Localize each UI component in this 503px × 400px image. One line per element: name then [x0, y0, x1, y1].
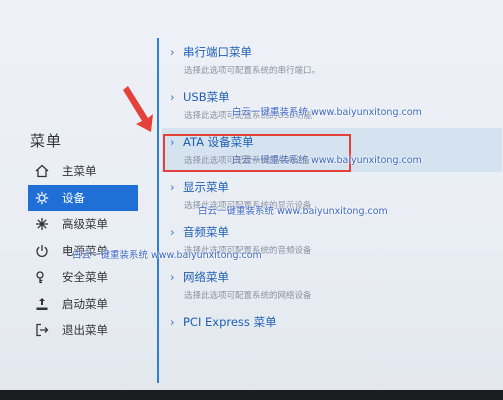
menu-item-network[interactable]: › 网络菜单 选择此选项可配置系统的网络设备 — [170, 267, 500, 312]
chevron-right-icon: › — [170, 90, 175, 104]
annotation-arrow-icon — [123, 86, 153, 132]
sidebar-item-label: 高级菜单 — [62, 217, 108, 231]
boot-icon — [30, 297, 54, 311]
exit-icon — [30, 323, 54, 337]
menu-item-desc: 选择此选项可配置系统的ATA设备 — [184, 156, 311, 166]
chevron-right-icon: › — [170, 315, 175, 329]
menu-item-desc: 选择此选项可配置系统的串行端口。 — [184, 66, 321, 76]
shield-icon — [30, 270, 54, 284]
gear-icon — [30, 191, 54, 205]
home-icon — [30, 164, 54, 178]
menu-item-serial-port[interactable]: › 串行端口菜单 选择此选项可配置系统的串行端口。 — [170, 42, 500, 87]
menu-item-title: 音频菜单 — [183, 225, 229, 239]
chevron-right-icon: › — [170, 180, 175, 194]
sidebar-item-label: 启动菜单 — [62, 296, 108, 311]
menu-item-title: PCI Express 菜单 — [183, 315, 277, 329]
watermark-text: 白云一键重装系统 www.baiyunxitong.com — [232, 107, 422, 118]
bios-screen: 菜单 主菜单 设备 高级菜单 电源菜单 安全菜单 启动菜单 退出菜单 › 串行端… — [0, 0, 503, 400]
chevron-right-icon: › — [170, 225, 175, 239]
sidebar-item-boot[interactable]: 启动菜单 — [28, 291, 138, 317]
sidebar-item-devices[interactable]: 设备 — [28, 184, 138, 211]
menu-item-title: 显示菜单 — [183, 180, 229, 194]
sidebar-item-label: 设备 — [62, 190, 85, 205]
sidebar-item-security[interactable]: 安全菜单 — [28, 264, 138, 290]
menu-item-title: 网络菜单 — [183, 270, 229, 284]
chevron-right-icon: › — [170, 270, 175, 284]
chevron-right-icon: › — [170, 135, 175, 149]
menu-item-title: ATA 设备菜单 — [183, 135, 254, 149]
sidebar-title: 菜单 — [30, 132, 63, 150]
menu-item-desc: 选择此选项可配置系统的网络设备 — [184, 291, 312, 301]
sidebar-item-label: 安全菜单 — [62, 270, 108, 284]
sidebar-item-exit[interactable]: 退出菜单 — [28, 317, 138, 343]
watermark-text: 白云一键重装系统 www.baiyunxitong.com — [198, 206, 388, 217]
sidebar-item-label: 主菜单 — [62, 164, 97, 178]
sidebar-item-main[interactable]: 主菜单 — [28, 158, 138, 184]
monitor-bezel — [0, 390, 503, 400]
watermark-text: 白云一键重装系统 www.baiyunxitong.com — [72, 250, 262, 261]
menu-item-title: USB菜单 — [183, 90, 230, 104]
menu-item-title: 串行端口菜单 — [183, 45, 252, 59]
sidebar-item-advanced[interactable]: 高级菜单 — [28, 211, 138, 237]
sidebar-item-label: 退出菜单 — [62, 323, 108, 337]
menu-list: › 串行端口菜单 选择此选项可配置系统的串行端口。 › USB菜单 选择此选项可配置… — [162, 42, 502, 357]
advanced-icon — [30, 217, 54, 231]
chevron-right-icon: › — [170, 45, 175, 59]
menu-item-pci-express[interactable]: › PCI Express 菜单 — [170, 312, 500, 357]
power-icon — [30, 244, 54, 258]
